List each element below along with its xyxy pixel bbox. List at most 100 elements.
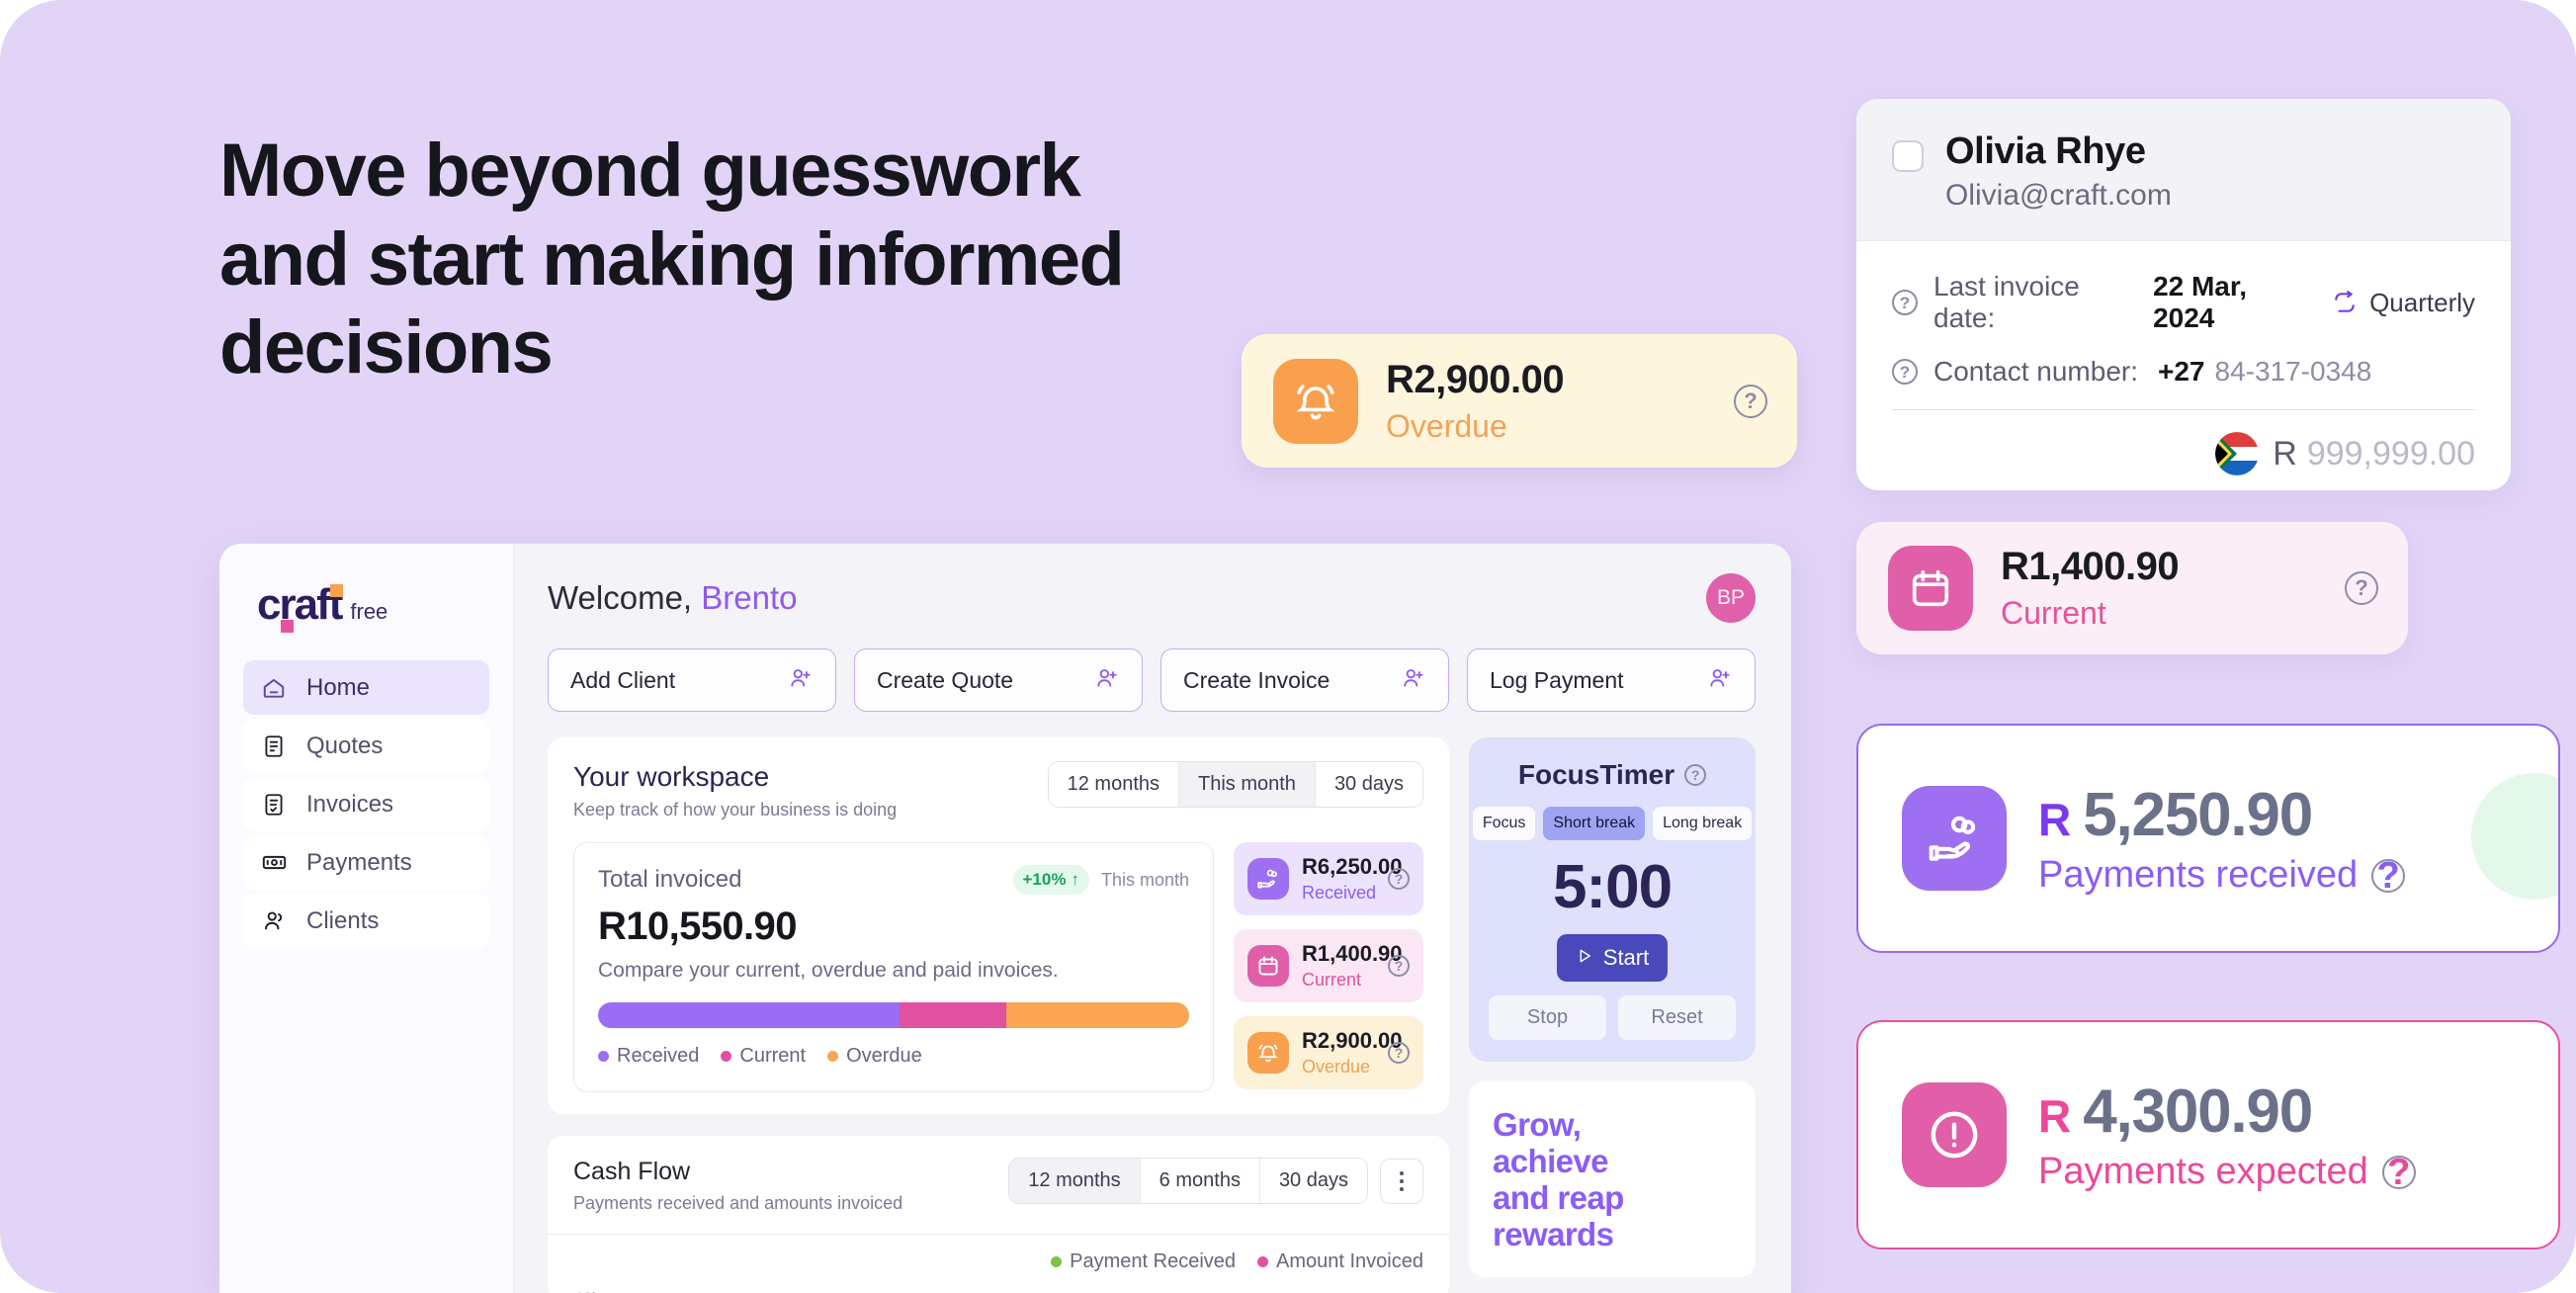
- stat-status-overdue: Overdue: [1302, 1057, 1371, 1077]
- range-12-months[interactable]: 12 months: [1048, 762, 1179, 807]
- payments-expected-label-row: Payments expected ?: [2038, 1151, 2416, 1193]
- workspace-subtitle: Keep track of how your business is doing: [573, 800, 898, 819]
- help-circle-icon[interactable]: ?: [1684, 764, 1707, 786]
- legend-label-overdue: Overdue: [846, 1045, 922, 1067]
- legend-item-overdue: Overdue: [827, 1045, 922, 1068]
- payments-received-text: R 5,250.90 Payments received ?: [2038, 780, 2406, 897]
- contact-number-value: 84-317-0348: [2214, 356, 2372, 387]
- payments-received-label-row: Payments received ?: [2038, 854, 2406, 897]
- hand-coins-icon: [1247, 858, 1289, 900]
- sidebar-item-home[interactable]: Home: [243, 660, 489, 715]
- help-circle-icon[interactable]: ?: [1388, 955, 1410, 977]
- sidebar-item-payments[interactable]: Payments: [243, 835, 489, 890]
- repeat-icon: [2330, 290, 2360, 315]
- legend-item-received: Received: [598, 1045, 699, 1068]
- stat-row-overdue[interactable]: R2,900.00 Overdue ?: [1234, 1016, 1423, 1089]
- overdue-status: Overdue: [1386, 407, 1507, 444]
- payments-expected-card[interactable]: R 4,300.90 Payments expected ?: [1856, 1020, 2560, 1250]
- create-invoice-button[interactable]: Create Invoice: [1160, 648, 1449, 712]
- timer-start-button[interactable]: Start: [1557, 934, 1668, 982]
- overdue-summary-card[interactable]: R2,900.00 Overdue ?: [1242, 334, 1797, 468]
- last-invoice-date-row: ? Last invoice date: 22 Mar, 2024 Quarte…: [1892, 271, 2475, 334]
- legend-dot-icon: [1051, 1256, 1063, 1267]
- sidebar-item-clients[interactable]: Clients: [243, 894, 489, 948]
- stat-text-overdue: R2,900.00 Overdue: [1302, 1028, 1403, 1078]
- current-text: R1,400.90 Current: [2001, 545, 2345, 632]
- help-circle-icon[interactable]: ?: [1388, 1042, 1410, 1064]
- rewards-promo-text: Grow, achieve and reap rewards: [1493, 1106, 1732, 1253]
- help-circle-icon[interactable]: ?: [1388, 868, 1410, 890]
- legend-dot-icon: [598, 1051, 609, 1062]
- invoice-icon: [259, 790, 289, 819]
- overdue-text: R2,900.00 Overdue: [1386, 358, 1734, 445]
- rewards-line-1: Grow,: [1493, 1106, 1582, 1143]
- rewards-promo-card[interactable]: Grow, achieve and reap rewards: [1469, 1081, 1756, 1277]
- growth-value: +10%: [1022, 870, 1067, 889]
- total-currency: R: [2273, 434, 2297, 473]
- total-invoiced-label: Total invoiced: [598, 866, 742, 893]
- total-invoiced-card: Total invoiced +10% ↑ This month R10,550…: [573, 842, 1214, 1092]
- last-invoice-date-label: Last invoice date:: [1933, 271, 2080, 333]
- timer-reset-button[interactable]: Reset: [1618, 995, 1736, 1040]
- contact-number-row: ? Contact number: +27 84-317-0348: [1892, 356, 2475, 388]
- stat-status-current: Current: [1302, 970, 1362, 990]
- timer-stop-button[interactable]: Stop: [1489, 995, 1606, 1040]
- help-circle-icon[interactable]: ?: [1892, 290, 1918, 315]
- sidebar-label-invoices: Invoices: [306, 790, 394, 818]
- sidebar-label-clients: Clients: [306, 906, 380, 934]
- help-circle-icon[interactable]: ?: [2381, 1154, 2416, 1191]
- help-circle-icon[interactable]: ?: [1892, 359, 1918, 385]
- alert-circle-icon: [1902, 1082, 2007, 1187]
- total-invoiced-amount: R10,550.90: [598, 905, 797, 948]
- stat-amount-overdue: R2,900.00: [1302, 1028, 1403, 1053]
- payments-expected-label: Payments expected: [2038, 1151, 2368, 1192]
- timer-mode-tabs: Focus Short break Long break: [1472, 807, 1753, 840]
- total-amount: 999,999.00: [2306, 434, 2475, 473]
- timer-tab-long-break[interactable]: Long break: [1653, 807, 1753, 840]
- timer-tab-short-break[interactable]: Short break: [1543, 807, 1646, 840]
- create-quote-button[interactable]: Create Quote: [854, 648, 1143, 712]
- cash-range-30-days[interactable]: 30 days: [1259, 1159, 1367, 1203]
- help-circle-icon[interactable]: ?: [2371, 857, 2406, 895]
- cash-flow-card: Cash Flow Payments received and amounts …: [548, 1136, 1449, 1293]
- current-summary-card[interactable]: R1,400.90 Current ?: [1856, 522, 2408, 654]
- avatar[interactable]: BP: [1706, 573, 1756, 623]
- range-30-days[interactable]: 30 days: [1315, 762, 1422, 807]
- current-amount: R1,400.90: [2001, 545, 2180, 588]
- sidebar-label-home: Home: [306, 673, 371, 701]
- bell-icon: [1273, 358, 1358, 444]
- workspace-header: Your workspace Keep track of how your bu…: [573, 761, 1423, 820]
- user-plus-icon: [1401, 665, 1426, 696]
- profile-name: Olivia Rhye: [1945, 130, 2146, 172]
- stat-row-received[interactable]: R6,250.00 Received ?: [1234, 842, 1423, 915]
- calendar-icon: [1888, 546, 1973, 631]
- sidebar-item-quotes[interactable]: Quotes: [243, 719, 489, 773]
- dashboard-header: Welcome, Brento BP: [548, 573, 1756, 623]
- sidebar-item-invoices[interactable]: Invoices: [243, 777, 489, 831]
- total-invoiced-description: Compare your current, overdue and paid i…: [598, 959, 1059, 982]
- profile-checkbox[interactable]: [1892, 140, 1924, 172]
- cash-range-6-months[interactable]: 6 months: [1140, 1159, 1260, 1203]
- range-this-month[interactable]: This month: [1179, 762, 1316, 807]
- welcome-message: Welcome, Brento: [548, 579, 798, 617]
- log-payment-button[interactable]: Log Payment: [1467, 648, 1756, 712]
- profile-identity: Olivia Rhye Olivia@craft.com: [1945, 130, 2172, 213]
- craft-logo[interactable]: craft free: [243, 577, 489, 660]
- help-circle-icon[interactable]: ?: [1734, 384, 1767, 418]
- timer-tab-focus[interactable]: Focus: [1472, 807, 1536, 840]
- bar-segment-overdue: [1005, 1002, 1189, 1028]
- cash-range-12-months[interactable]: 12 months: [1009, 1159, 1141, 1203]
- currency-symbol: R: [2038, 1090, 2072, 1142]
- quick-actions: Add Client Create Quote Create Invoice L…: [548, 648, 1756, 712]
- sidebar-label-quotes: Quotes: [306, 732, 384, 759]
- timer-title: FocusTimer: [1517, 759, 1675, 790]
- kebab-menu-icon[interactable]: [1380, 1158, 1423, 1204]
- rewards-line-4: rewards: [1493, 1215, 1614, 1252]
- add-client-button[interactable]: Add Client: [548, 648, 836, 712]
- contact-country-code: +27: [2158, 356, 2205, 387]
- bar-segment-current: [899, 1002, 1006, 1028]
- payments-received-card[interactable]: R 5,250.90 Payments received ?: [1856, 724, 2560, 953]
- invoice-frequency-badge: Quarterly: [2369, 287, 2475, 317]
- help-circle-icon[interactable]: ?: [2345, 571, 2378, 605]
- stat-row-current[interactable]: R1,400.90 Current ?: [1234, 929, 1423, 1002]
